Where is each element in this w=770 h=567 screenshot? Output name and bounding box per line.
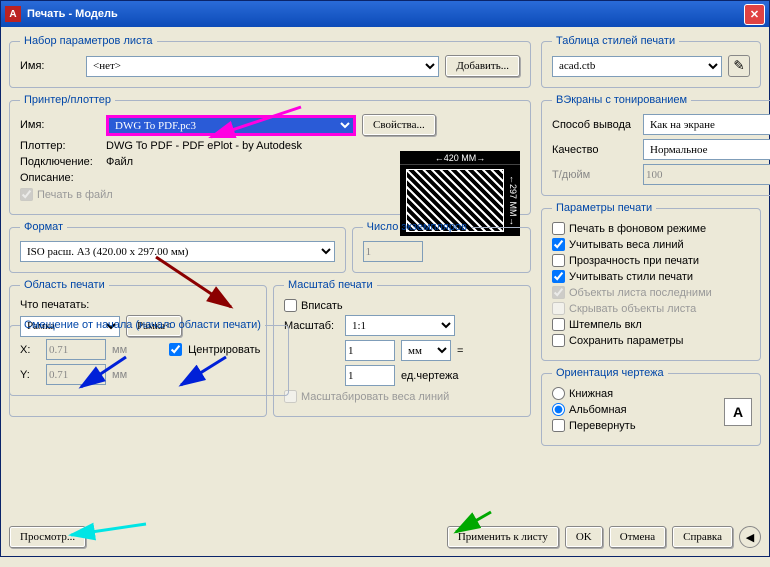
offset-legend: Смещение от начала (начало области печат… — [20, 319, 265, 331]
help-button[interactable]: Справка — [672, 526, 733, 548]
offset-x-input — [46, 339, 106, 360]
plotter-label: Плоттер: — [20, 140, 100, 152]
chevron-left-icon: ◀ — [746, 531, 754, 544]
page-setup-group: Набор параметров листа Имя: <нет> Добави… — [9, 35, 531, 88]
printer-legend: Принтер/плоттер — [20, 94, 115, 106]
bottom-bar: Просмотр... Применить к листу OK Отмена … — [9, 526, 761, 548]
preview-button[interactable]: Просмотр... — [9, 526, 86, 548]
offset-x-label: X: — [20, 344, 40, 356]
expand-button[interactable]: ◀ — [739, 526, 761, 548]
scale-den-input[interactable] — [345, 365, 395, 386]
offset-y-label: Y: — [20, 369, 40, 381]
quality-select[interactable]: Нормальное — [643, 139, 770, 160]
printer-group: Принтер/плоттер Имя: DWG To PDF.pc3 Свой… — [9, 94, 531, 215]
shade-method-select[interactable]: Как на экране — [643, 114, 770, 135]
dpi-input — [643, 164, 770, 185]
titlebar: A Печать - Модель ✕ — [1, 1, 769, 27]
quality-label: Качество — [552, 144, 637, 156]
printer-props-button[interactable]: Свойства... — [362, 114, 436, 136]
orientation-icon: A — [724, 398, 752, 426]
scale-label: Масштаб: — [284, 320, 339, 332]
window-title: Печать - Модель — [27, 8, 744, 20]
paper-format-select[interactable]: ISO расш. A3 (420.00 x 297.00 мм) — [20, 241, 335, 262]
printer-name-label: Имя: — [20, 119, 100, 131]
orientation-group: Ориентация чертежа Книжная Альбомная Пер… — [541, 367, 761, 446]
dpi-label: Т/дюйм — [552, 169, 637, 181]
center-checkbox[interactable] — [169, 343, 182, 356]
center-label: Центрировать — [188, 344, 260, 356]
plot-style-select[interactable]: acad.ctb — [552, 56, 722, 77]
plot-style-edit-button[interactable]: ✎ — [728, 55, 750, 77]
description-label: Описание: — [20, 172, 100, 184]
plot-style-group: Таблица стилей печати acad.ctb ✎ — [541, 35, 761, 88]
equals-label: = — [457, 345, 463, 357]
opt-transp-checkbox[interactable] — [552, 254, 565, 267]
paper-width-label: ←420 MM→ — [400, 151, 520, 165]
scale-den-unit-label: ед.чертежа — [401, 370, 458, 382]
portrait-radio[interactable] — [552, 387, 565, 400]
app-icon: A — [5, 6, 21, 22]
fit-checkbox[interactable] — [284, 299, 297, 312]
offset-x-unit: мм — [112, 344, 127, 356]
format-group: Формат ISO расш. A3 (420.00 x 297.00 мм) — [9, 221, 346, 273]
shaded-viewport-group: ВЭкраны с тонированием Способ вывода Как… — [541, 94, 770, 196]
plot-options-legend: Параметры печати — [552, 202, 656, 214]
scale-num-input[interactable] — [345, 340, 395, 361]
scale-lw-label: Масштабировать веса линий — [301, 391, 449, 403]
opt-paperlast-checkbox — [552, 286, 565, 299]
plot-scale-group: Масштаб печати Вписать Масштаб: 1:1 мм = — [273, 279, 531, 417]
what-to-plot-label: Что печатать: — [20, 299, 89, 311]
plot-scale-legend: Масштаб печати — [284, 279, 377, 291]
scale-select[interactable]: 1:1 — [345, 315, 455, 336]
shade-method-label: Способ вывода — [552, 119, 637, 131]
plot-options-group: Параметры печати Печать в фоновом режиме… — [541, 202, 761, 361]
offset-y-unit: мм — [112, 369, 127, 381]
pencil-icon: ✎ — [733, 58, 744, 74]
cancel-button[interactable]: Отмена — [609, 526, 666, 548]
landscape-radio[interactable] — [552, 403, 565, 416]
offset-y-input — [46, 364, 106, 385]
ok-button[interactable]: OK — [565, 526, 603, 548]
format-legend: Формат — [20, 221, 67, 233]
plotter-value: DWG To PDF - PDF ePlot - by Autodesk — [106, 140, 302, 152]
orientation-legend: Ориентация чертежа — [552, 367, 668, 379]
opt-lw-checkbox[interactable] — [552, 238, 565, 251]
dialog-content: Набор параметров листа Имя: <нет> Добави… — [1, 27, 769, 556]
pagesetup-name-select[interactable]: <нет> — [86, 56, 439, 77]
copies-legend: Число экземпляров — [363, 221, 471, 233]
offset-group: Смещение от начала (начало области печат… — [9, 319, 289, 396]
plot-to-file-checkbox — [20, 188, 33, 201]
connection-value: Файл — [106, 156, 133, 168]
printer-name-select[interactable]: DWG To PDF.pc3 — [106, 115, 356, 136]
copies-input — [363, 241, 423, 262]
print-dialog: A Печать - Модель ✕ Набор параметров лис… — [0, 0, 770, 557]
close-button[interactable]: ✕ — [744, 4, 765, 25]
apply-button[interactable]: Применить к листу — [447, 526, 559, 548]
opt-styles-checkbox[interactable] — [552, 270, 565, 283]
fit-label: Вписать — [301, 300, 343, 312]
pagesetup-name-label: Имя: — [20, 60, 80, 72]
pagesetup-add-button[interactable]: Добавить... — [445, 55, 520, 77]
opt-stamp-checkbox[interactable] — [552, 318, 565, 331]
plot-style-legend: Таблица стилей печати — [552, 35, 679, 47]
opt-save-checkbox[interactable] — [552, 334, 565, 347]
opt-bg-checkbox[interactable] — [552, 222, 565, 235]
plot-area-legend: Область печати — [20, 279, 109, 291]
connection-label: Подключение: — [20, 156, 100, 168]
page-setup-legend: Набор параметров листа — [20, 35, 157, 47]
plot-to-file-label: Печать в файл — [37, 189, 113, 201]
scale-unit-select[interactable]: мм — [401, 340, 451, 361]
opt-hide-checkbox — [552, 302, 565, 315]
copies-group: Число экземпляров — [352, 221, 531, 273]
upside-checkbox[interactable] — [552, 419, 565, 432]
shaded-legend: ВЭкраны с тонированием — [552, 94, 691, 106]
